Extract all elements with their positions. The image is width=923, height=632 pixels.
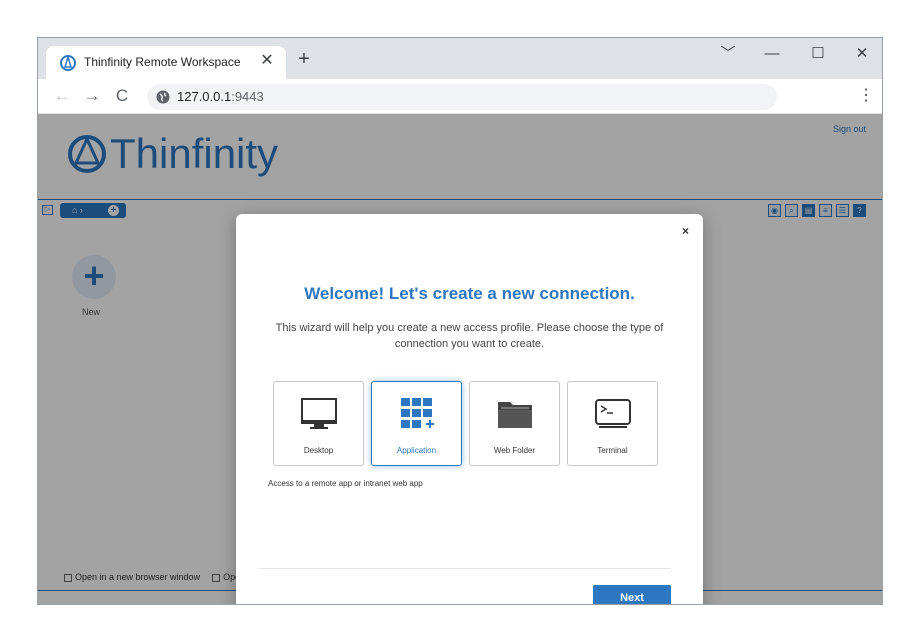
url-host: 127.0.0.1 xyxy=(177,89,232,104)
tab-title: Thinfinity Remote Workspace xyxy=(84,55,241,69)
globe-icon xyxy=(156,90,170,104)
reload-button[interactable]: C xyxy=(112,86,132,106)
terminal-icon xyxy=(594,399,631,428)
card-web-folder[interactable]: Web Folder xyxy=(469,381,560,466)
dialog-title: Welcome! Let's create a new connection. xyxy=(304,284,635,303)
card-application[interactable]: Application xyxy=(371,381,462,466)
card-label-terminal: Terminal xyxy=(597,446,628,455)
tab-strip: Thinfinity Remote Workspace ✕ + ﹀ — ☐ ✕ xyxy=(38,38,882,79)
browser-tab[interactable]: Thinfinity Remote Workspace ✕ xyxy=(46,46,286,79)
next-button[interactable]: Next xyxy=(593,585,671,604)
card-label-desktop: Desktop xyxy=(303,446,334,455)
connection-type-help: Access to a remote app or intranet web a… xyxy=(268,479,423,488)
address-bar[interactable]: 127.0.0.1:9443 xyxy=(147,84,777,110)
browser-window: Thinfinity Remote Workspace ✕ + ﹀ — ☐ ✕ … xyxy=(37,37,883,605)
tab-search-icon[interactable]: ﹀ xyxy=(708,42,748,66)
app-page: Thinfinity Sign out ▷ ⌂ › + ◉ ⌕ ▤ ≡ ☰ ? … xyxy=(38,114,882,604)
connection-type-cards: Desktop Application Web Folder Terminal xyxy=(273,381,658,466)
url-port: :9443 xyxy=(231,89,264,104)
card-label-web-folder: Web Folder xyxy=(493,446,536,455)
apps-grid-icon xyxy=(400,398,434,428)
minimize-button[interactable]: — xyxy=(752,42,792,66)
folder-icon xyxy=(497,402,532,428)
monitor-icon xyxy=(300,398,337,429)
new-connection-dialog: × Welcome! Let's create a new connection… xyxy=(236,214,703,604)
card-terminal[interactable]: Terminal xyxy=(567,381,658,466)
url-text: 127.0.0.1:9443 xyxy=(177,89,264,104)
forward-button[interactable]: → xyxy=(82,86,102,106)
new-tab-button[interactable]: + xyxy=(294,49,314,70)
thinfinity-favicon-icon xyxy=(60,55,76,71)
browser-toolbar: ← → C 127.0.0.1:9443 ⋮ xyxy=(38,79,882,114)
tab-close-icon[interactable]: ✕ xyxy=(258,52,276,70)
card-desktop[interactable]: Desktop xyxy=(273,381,364,466)
browser-menu-icon[interactable]: ⋮ xyxy=(858,86,874,106)
dialog-divider xyxy=(258,568,671,569)
dialog-description: This wizard will help you create a new a… xyxy=(275,322,664,350)
close-window-button[interactable]: ✕ xyxy=(842,42,882,66)
maximize-button[interactable]: ☐ xyxy=(798,42,838,66)
close-icon[interactable]: × xyxy=(682,224,689,238)
card-label-application: Application xyxy=(396,446,437,455)
back-button[interactable]: ← xyxy=(52,86,72,106)
